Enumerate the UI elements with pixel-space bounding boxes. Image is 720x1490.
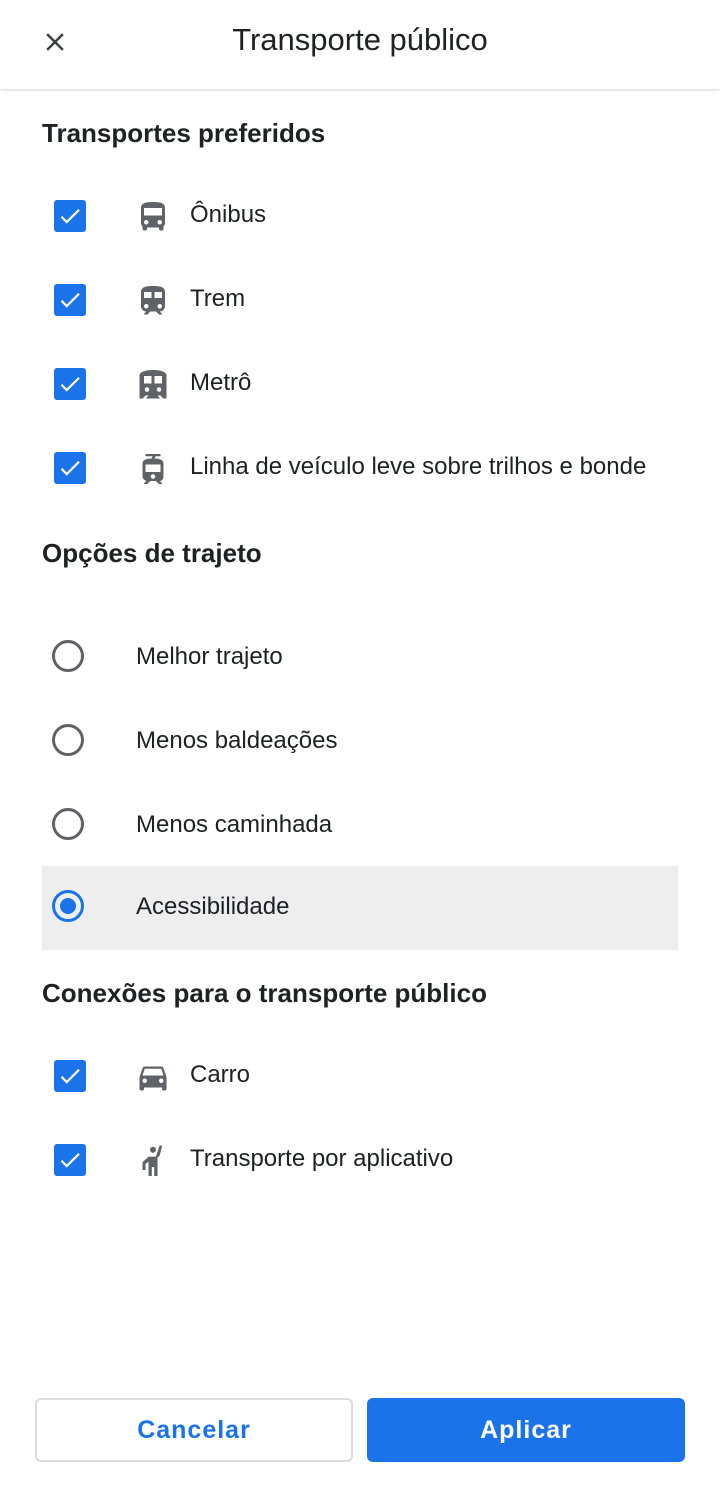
section-title-route-options: Opções de trajeto xyxy=(42,538,262,568)
route-option-best[interactable]: Melhor trajeto xyxy=(42,616,678,700)
accessibility-label: Acessibilidade xyxy=(136,893,290,920)
check-icon xyxy=(60,293,80,308)
ride-hail-checkbox[interactable] xyxy=(54,1144,86,1176)
route-option-less-walking[interactable]: Menos caminhada xyxy=(42,784,678,868)
tram-label: Linha de veículo leve sobre trilhos e bo… xyxy=(190,453,647,480)
apply-button[interactable]: Aplicar xyxy=(367,1398,685,1462)
train-label: Trem xyxy=(190,285,246,312)
car-icon xyxy=(134,1058,172,1096)
check-icon xyxy=(60,377,80,392)
subway-checkbox[interactable] xyxy=(54,368,86,400)
best-route-label: Melhor trajeto xyxy=(136,643,283,670)
option-ride-hail[interactable]: Transporte por aplicativo xyxy=(42,1118,678,1202)
bus-checkbox[interactable] xyxy=(54,200,86,232)
train-checkbox[interactable] xyxy=(54,284,86,316)
option-subway[interactable]: Metrô xyxy=(42,342,678,426)
ride-hail-label: Transporte por aplicativo xyxy=(190,1145,454,1172)
accessibility-radio[interactable] xyxy=(52,890,84,922)
bus-icon xyxy=(134,198,172,236)
page-title: Transporte público xyxy=(232,22,488,57)
subway-icon xyxy=(134,366,172,404)
best-route-radio[interactable] xyxy=(52,640,84,672)
option-car[interactable]: Carro xyxy=(42,1034,678,1118)
route-option-fewer-transfers[interactable]: Menos baldeações xyxy=(42,700,678,784)
check-icon xyxy=(60,1153,80,1168)
check-icon xyxy=(60,209,80,224)
option-tram[interactable]: Linha de veículo leve sobre trilhos e bo… xyxy=(42,426,678,510)
bus-label: Ônibus xyxy=(190,201,267,228)
train-icon xyxy=(134,282,172,320)
check-icon xyxy=(60,461,80,476)
tram-icon xyxy=(134,450,172,488)
route-option-accessibility[interactable]: Acessibilidade xyxy=(42,866,678,950)
app-bar: Transporte público xyxy=(0,0,720,89)
tram-checkbox[interactable] xyxy=(54,452,86,484)
fewer-transfers-radio[interactable] xyxy=(52,724,84,756)
less-walking-label: Menos caminhada xyxy=(136,811,333,838)
less-walking-radio[interactable] xyxy=(52,808,84,840)
option-train[interactable]: Trem xyxy=(42,258,678,342)
option-bus[interactable]: Ônibus xyxy=(42,174,678,258)
ride-hail-icon xyxy=(134,1142,172,1180)
section-title-preferred: Transportes preferidos xyxy=(42,118,326,148)
check-icon xyxy=(60,1069,80,1084)
fewer-transfers-label: Menos baldeações xyxy=(136,727,338,754)
car-checkbox[interactable] xyxy=(54,1060,86,1092)
cancel-button[interactable]: Cancelar xyxy=(35,1398,353,1462)
subway-label: Metrô xyxy=(190,369,252,396)
car-label: Carro xyxy=(190,1061,251,1088)
section-title-connections: Conexões para o transporte público xyxy=(42,978,487,1008)
